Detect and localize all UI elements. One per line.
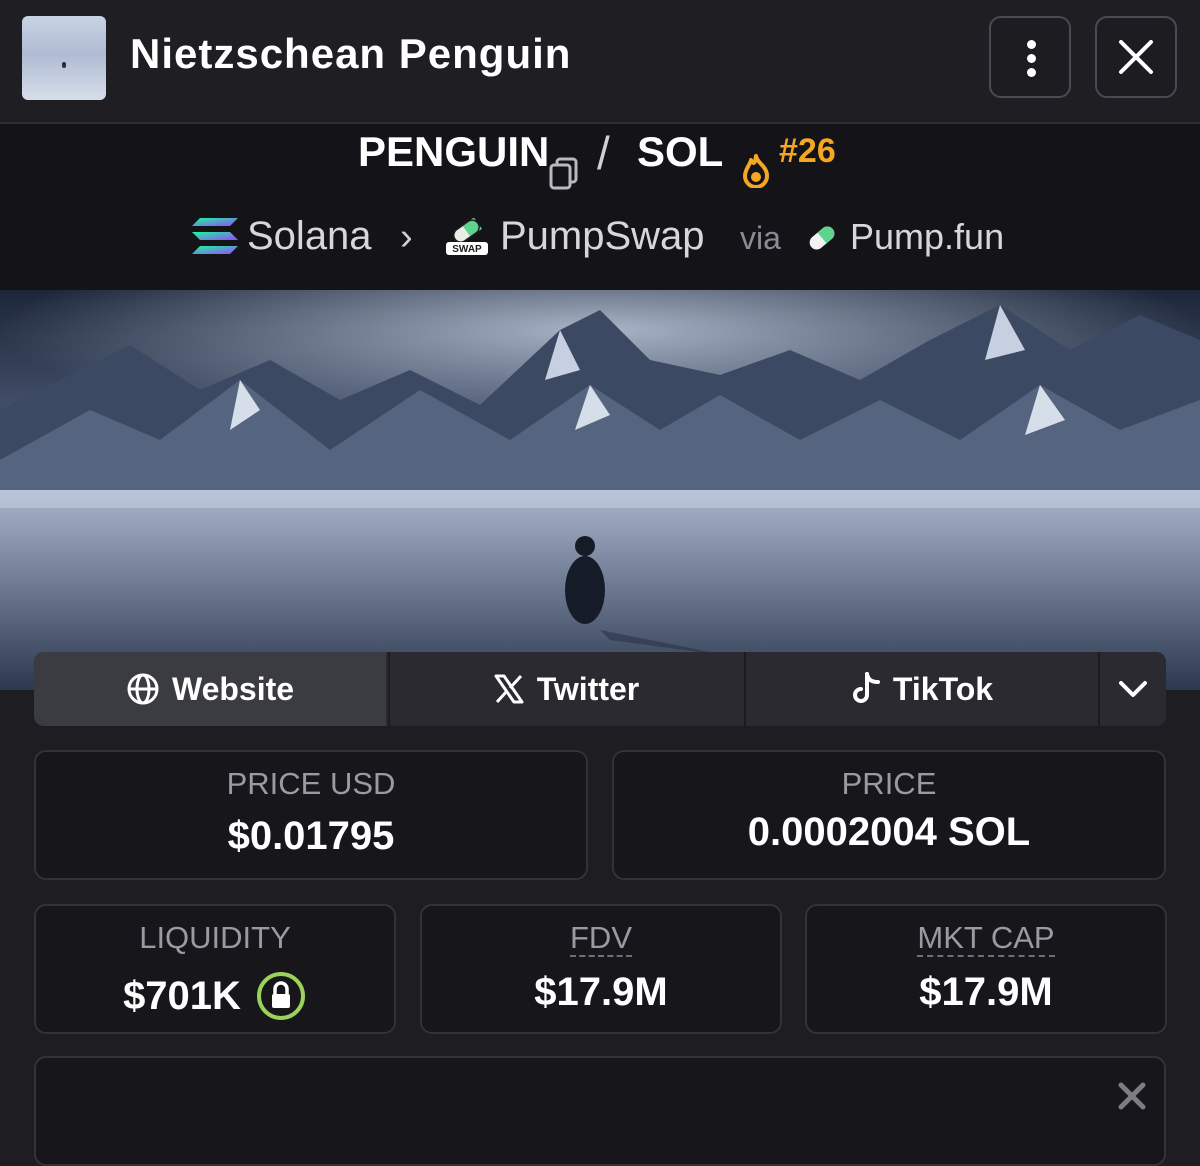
twitter-label: Twitter	[536, 670, 640, 707]
chevron-right-icon: ›	[400, 216, 413, 258]
website-label: Website	[171, 670, 295, 707]
liquidity-value: $701K	[123, 973, 241, 1018]
price-usd-card: PRICE USD $0.01795	[34, 750, 588, 880]
token-thumbnail	[22, 16, 106, 100]
chain-name[interactable]: Solana	[247, 214, 372, 259]
more-options-button[interactable]	[989, 16, 1071, 98]
pair-header: PENGUIN / SOL #26 Solana › SWAP PumpSwap…	[0, 124, 1200, 290]
x-logo-icon	[494, 674, 524, 704]
close-button[interactable]	[1095, 16, 1177, 98]
price-native-card: PRICE 0.0002004 SOL	[612, 750, 1166, 880]
twitter-link[interactable]: Twitter	[388, 652, 742, 726]
launchpad-name[interactable]: Pump.fun	[850, 216, 1004, 258]
social-links-bar: Website Twitter TikTok	[34, 652, 1166, 726]
top-bar: Nietzschean Penguin	[0, 0, 1200, 124]
chevron-down-icon	[1119, 681, 1147, 697]
market-cap-value: $17.9M	[919, 970, 1053, 1014]
price-native-value: 0.0002004 SOL	[747, 810, 1031, 854]
solana-icon	[192, 218, 238, 254]
fdv-card: FDV $17.9M	[420, 904, 782, 1034]
fdv-label[interactable]: FDV	[570, 922, 632, 957]
tiktok-label: TikTok	[892, 670, 994, 707]
pumpswap-icon: SWAP	[446, 218, 488, 255]
trending-rank[interactable]: #26	[779, 132, 836, 171]
dex-name[interactable]: PumpSwap	[500, 214, 705, 259]
website-link[interactable]: Website	[34, 652, 386, 726]
price-usd-label: PRICE USD	[226, 766, 396, 801]
pair-separator: /	[597, 127, 610, 179]
market-cap-card: MKT CAP $17.9M	[805, 904, 1167, 1034]
info-panel	[34, 1056, 1166, 1166]
quote-token-symbol: SOL	[637, 128, 724, 175]
token-title: Nietzschean Penguin	[130, 30, 572, 77]
liquidity-label: LIQUIDITY	[139, 920, 291, 955]
flame-icon	[743, 154, 769, 188]
base-token-symbol: PENGUIN	[358, 128, 550, 175]
token-banner-image	[0, 290, 1200, 690]
close-icon	[1119, 40, 1153, 74]
via-label: via	[740, 220, 781, 256]
dismiss-icon[interactable]	[1112, 1076, 1152, 1116]
tiktok-link[interactable]: TikTok	[744, 652, 1098, 726]
price-usd-value: $0.01795	[227, 814, 395, 858]
fdv-value: $17.9M	[534, 970, 668, 1014]
lock-icon[interactable]	[255, 970, 307, 1022]
globe-icon	[127, 673, 159, 705]
swap-badge: SWAP	[452, 244, 482, 255]
liquidity-card: LIQUIDITY $701K	[34, 904, 396, 1034]
more-links-dropdown[interactable]	[1098, 652, 1166, 726]
copy-icon[interactable]	[548, 156, 580, 190]
price-native-label: PRICE	[841, 766, 937, 801]
pumpfun-pill-icon	[809, 226, 835, 250]
tiktok-icon	[852, 672, 880, 703]
market-cap-label[interactable]: MKT CAP	[917, 922, 1055, 957]
